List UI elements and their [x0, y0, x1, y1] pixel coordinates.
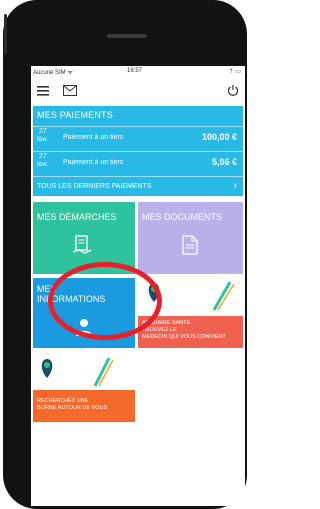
phone-frame: Aucune SIM ᯤ 16:57 ⇡ ▭ MES PAIEMENTS 27: [3, 0, 247, 509]
payments-title: MES PAIEMENTS: [37, 110, 113, 120]
map-pin-icon: [41, 357, 114, 387]
power-icon[interactable]: [227, 84, 239, 96]
status-bar: Aucune SIM ᯤ 16:57 ⇡ ▭: [31, 66, 245, 77]
app-screen: Aucune SIM ᯤ 16:57 ⇡ ▭ MES PAIEMENTS 27: [31, 66, 245, 506]
all-payments-label: TOUS LES DERNIERS PAIEMENTS: [37, 183, 152, 190]
all-payments-link[interactable]: TOUS LES DERNIERS PAIEMENTS ›: [33, 176, 243, 197]
tile-mes-documents[interactable]: MES DOCUMENTS: [138, 202, 243, 274]
phone-side-button: [4, 14, 7, 54]
tile-label: MES DOCUMENTS: [142, 212, 223, 222]
payment-day: 27: [39, 153, 47, 160]
payment-month: févr.: [37, 162, 49, 168]
annuaire-line3: MÉDECIN QUI VOUS CONVIENT: [142, 334, 226, 340]
payment-amount: 5,96 €: [211, 157, 237, 167]
payment-day: 27: [39, 128, 47, 135]
battery-indicator: ⇡ ▭: [228, 69, 241, 75]
payment-amount: 100,00 €: [201, 132, 237, 142]
tile-label: MES DÉMARCHES: [37, 212, 117, 222]
app-header: [31, 80, 245, 104]
empty-tile: [138, 352, 243, 422]
payments-panel[interactable]: MES PAIEMENTS 27 févr. Paiement à un tie…: [33, 106, 243, 196]
payment-row[interactable]: 27 févr. Paiement à un tiers 5,96 €: [33, 151, 243, 174]
document-hand-icon: [72, 235, 92, 254]
payment-label: Paiement à un tiers: [63, 159, 124, 166]
payment-label: Paiement à un tiers: [63, 134, 124, 141]
envelope-icon[interactable]: [63, 85, 77, 96]
phone-speaker: [107, 34, 147, 38]
borne-banner: RECHERCHEZ UNE BORNE AUTOUR DE VOUS: [33, 390, 135, 422]
hamburger-icon[interactable]: [37, 86, 49, 96]
tile-recherche-borne[interactable]: RECHERCHEZ UNE BORNE AUTOUR DE VOUS: [33, 352, 135, 422]
annuaire-line2: TROUVEZ LE: [142, 327, 177, 333]
borne-line1: RECHERCHEZ UNE: [37, 398, 89, 404]
document-icon: [182, 235, 198, 255]
clock-label: 16:57: [127, 68, 143, 74]
chevron-right-icon: ›: [233, 180, 237, 192]
highlight-circle-annotation: [48, 262, 162, 340]
payment-month: févr.: [37, 137, 49, 143]
carrier-label: Aucune SIM ᯤ: [33, 70, 73, 76]
borne-line2: BORNE AUTOUR DE VOUS: [37, 405, 108, 411]
payment-row[interactable]: 27 févr. Paiement à un tiers 100,00 €: [33, 126, 243, 149]
